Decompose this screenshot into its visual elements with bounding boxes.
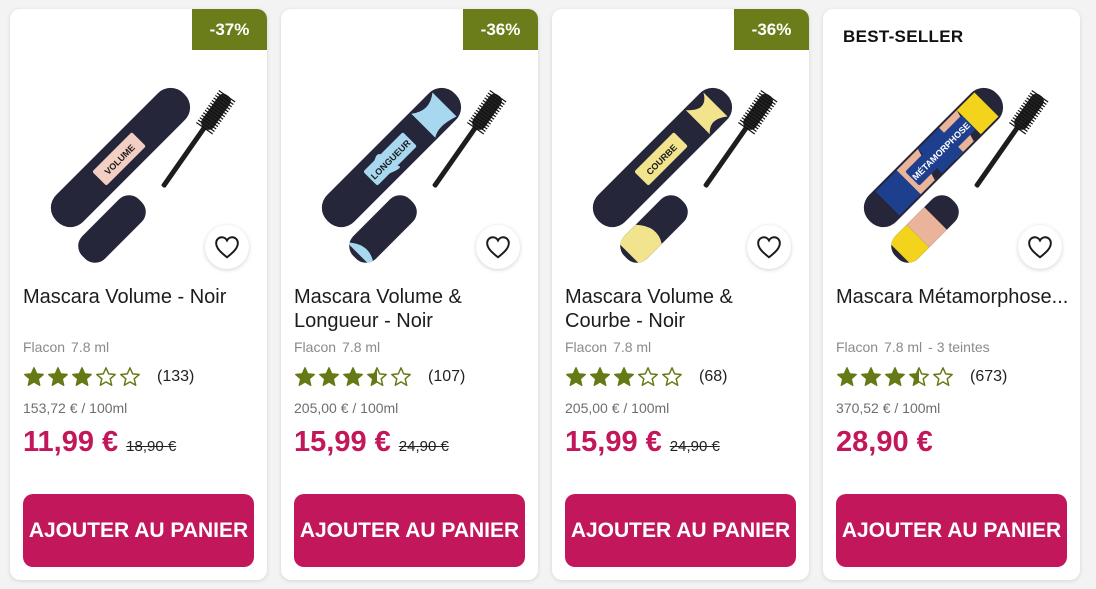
add-to-cart-button[interactable]: AJOUTER AU PANIER [23, 494, 254, 567]
star-icon [343, 367, 363, 386]
star-icon [48, 367, 68, 386]
price-block: 28,90 € [836, 426, 933, 459]
star-icon [614, 367, 634, 386]
current-price: 11,99 € [23, 426, 119, 458]
product-name[interactable]: Mascara Volume & Courbe - Noir [565, 285, 800, 333]
add-to-cart-button[interactable]: AJOUTER AU PANIER [294, 494, 525, 567]
add-to-cart-button[interactable]: AJOUTER AU PANIER [836, 494, 1067, 567]
product-name[interactable]: Mascara Volume & Longueur - Noir [294, 285, 529, 333]
current-price: 15,99 € [565, 426, 662, 458]
discount-badge: -37% [192, 9, 267, 50]
product-card[interactable]: -36% LONGUEUR Mascara Volume & Longueur … [281, 9, 538, 580]
star-icon [885, 367, 905, 386]
review-count[interactable]: (133) [157, 368, 194, 386]
product-volume: Flacon 7.8 ml [565, 339, 652, 355]
discount-badge: -36% [734, 9, 809, 50]
rating: (133) [23, 366, 194, 388]
old-price: 24,90 € [398, 438, 449, 455]
star-icon [662, 367, 682, 386]
wishlist-heart-icon[interactable] [1018, 225, 1062, 269]
rating: (673) [836, 366, 1007, 388]
discount-badge: -36% [463, 9, 538, 50]
current-price: 28,90 € [836, 426, 933, 458]
star-icon [367, 367, 387, 386]
product-name[interactable]: Mascara Volume - Noir [23, 285, 258, 333]
review-count[interactable]: (68) [699, 368, 727, 386]
product-volume: Flacon 7.8 ml [294, 339, 381, 355]
star-icon [638, 367, 658, 386]
unit-price: 205,00 € / 100ml [294, 400, 399, 416]
star-icon [295, 367, 315, 386]
star-icon [72, 367, 92, 386]
wishlist-heart-icon[interactable] [205, 225, 249, 269]
star-icon [909, 367, 929, 386]
wishlist-heart-icon[interactable] [476, 225, 520, 269]
product-card[interactable]: -37% VOLUME Mascara Volume - Noir Flacon… [10, 9, 267, 580]
review-count[interactable]: (107) [428, 368, 465, 386]
star-icon [590, 367, 610, 386]
product-name[interactable]: Mascara Métamorphose... [836, 285, 1071, 333]
rating: (107) [294, 366, 465, 388]
star-icon [391, 367, 411, 386]
product-volume: Flacon 7.8 ml [23, 339, 110, 355]
product-card[interactable]: BEST-SELLER MÉTAMORPHOSE Mascara Métamor… [823, 9, 1080, 580]
price-block: 15,99 € 24,90 € [565, 426, 720, 459]
star-icon [837, 367, 857, 386]
old-price: 24,90 € [669, 438, 720, 455]
unit-price: 370,52 € / 100ml [836, 400, 941, 416]
star-icon [319, 367, 339, 386]
star-icon [96, 367, 116, 386]
wishlist-heart-icon[interactable] [747, 225, 791, 269]
star-icon [120, 367, 140, 386]
product-volume: Flacon 7.8 ml - 3 teintes [836, 339, 990, 355]
product-card[interactable]: -36% COURBE Mascara Volume & Courbe - No… [552, 9, 809, 580]
price-block: 11,99 € 18,90 € [23, 426, 176, 459]
unit-price: 153,72 € / 100ml [23, 400, 128, 416]
star-icon [861, 367, 881, 386]
product-row: -37% VOLUME Mascara Volume - Noir Flacon… [0, 0, 1096, 589]
review-count[interactable]: (673) [970, 368, 1007, 386]
bestseller-tag: BEST-SELLER [843, 27, 964, 46]
price-block: 15,99 € 24,90 € [294, 426, 449, 459]
unit-price: 205,00 € / 100ml [565, 400, 670, 416]
add-to-cart-button[interactable]: AJOUTER AU PANIER [565, 494, 796, 567]
star-icon [933, 367, 953, 386]
old-price: 18,90 € [126, 438, 177, 455]
rating: (68) [565, 366, 727, 388]
star-icon [566, 367, 586, 386]
current-price: 15,99 € [294, 426, 391, 458]
star-icon [24, 367, 44, 386]
